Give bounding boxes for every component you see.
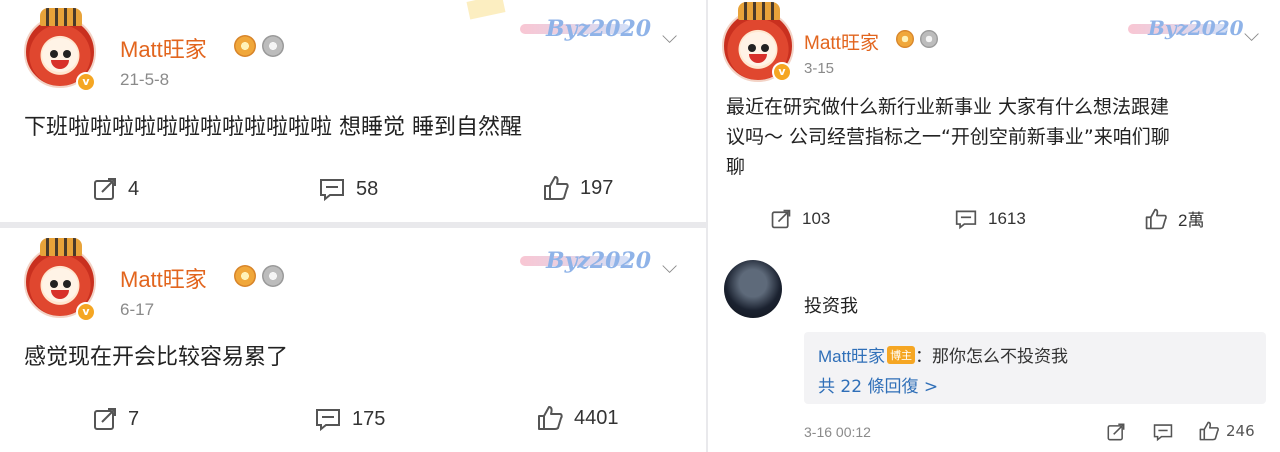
commenter-name[interactable]: 投资我: [804, 292, 858, 318]
avatar-eye: [63, 280, 71, 288]
repost-icon: [771, 209, 791, 229]
crown-decoration: [738, 2, 780, 20]
medal-icon: [262, 265, 284, 287]
author-name[interactable]: Matt旺家: [120, 32, 207, 64]
post-text: 感觉现在开会比较容易累了: [24, 345, 289, 370]
post-date: 3-15: [804, 60, 835, 77]
view-replies-link[interactable]: 共 22 條回復 >: [818, 372, 938, 397]
comment-count: 58: [356, 177, 379, 200]
reply-box: Matt旺家 博主 ：那你怎么不投资我 共 22 條回復 >: [804, 332, 1266, 404]
avatar-eye: [761, 44, 769, 52]
crown-decoration: [40, 8, 82, 26]
like-count: 2萬: [1178, 211, 1205, 230]
avatar-eye: [63, 50, 71, 58]
chevron-down-icon[interactable]: ⌵: [662, 24, 677, 48]
verified-badge-icon: v: [76, 302, 96, 322]
author-name[interactable]: Matt旺家: [120, 262, 207, 294]
author-tag-badge: 博主: [887, 346, 916, 364]
author-name[interactable]: Matt旺家: [804, 28, 879, 55]
like-button[interactable]: 197: [542, 174, 613, 202]
reply-author[interactable]: Matt旺家: [818, 347, 885, 366]
like-button[interactable]: 2萬: [1144, 206, 1204, 231]
comment-count: 175: [352, 407, 386, 430]
medal-icon: [262, 35, 284, 57]
repost-count: 103: [802, 209, 831, 228]
post-card-1: v Matt旺家 21-5-8 Byz2020 ⌵ 下班啦啦啦啦啦啦啦啦啦啦啦啦…: [0, 0, 706, 222]
stamp-badge: Byz2020: [1148, 16, 1244, 40]
avatar-mouth: [51, 60, 69, 69]
comment-button[interactable]: 1613: [954, 208, 1026, 230]
verified-badge-icon: v: [76, 72, 96, 92]
avatar-face: [42, 268, 78, 302]
comment-button[interactable]: 58: [318, 176, 378, 202]
verified-badge-icon: v: [772, 62, 792, 82]
avatar-mouth: [749, 54, 767, 63]
like-icon: [1145, 208, 1167, 229]
chevron-down-icon[interactable]: ⌵: [662, 254, 677, 278]
post-date: 21-5-8: [120, 70, 170, 89]
post-date: 6-17: [120, 300, 155, 319]
medal-icon: [234, 35, 256, 57]
like-button[interactable]: 4401: [536, 404, 619, 432]
sticker-decoration: [466, 0, 506, 20]
comment-like-count: 246: [1226, 422, 1255, 440]
like-icon: [538, 406, 563, 430]
comment-icon: [316, 409, 340, 432]
post-card-3: v Matt旺家 3-15 Byz2020 ⌵ 最近在研究做什么新行业新事业 大…: [708, 0, 1280, 452]
avatar-eye: [748, 44, 756, 52]
medal-icon: [234, 265, 256, 287]
repost-icon: [94, 178, 116, 200]
post-text-line: 议吗～ 公司经营指标之一“开创空前新事业”来咱们聊: [726, 126, 1170, 148]
post-text-line: 聊: [726, 156, 746, 178]
post-text: 下班啦啦啦啦啦啦啦啦啦啦啦啦 想睡觉 睡到自然醒: [24, 115, 522, 140]
repost-button[interactable]: 7: [92, 406, 139, 432]
comment-count: 1613: [988, 209, 1026, 228]
repost-icon: [94, 408, 116, 430]
comment-date: 3-16 00:12: [804, 424, 871, 440]
like-icon: [1199, 421, 1219, 441]
comment-icon: [320, 179, 344, 202]
avatar-face: [740, 32, 776, 66]
commenter-avatar[interactable]: [724, 260, 782, 318]
avatar-mouth: [51, 290, 69, 299]
avatar-eye: [50, 50, 58, 58]
avatar-eye: [50, 280, 58, 288]
like-count: 197: [580, 176, 614, 199]
post-card-2: v Matt旺家 6-17 Byz2020 ⌵ 感觉现在开会比较容易累了 7 1…: [0, 228, 706, 452]
comment-reply-button[interactable]: [1152, 422, 1174, 442]
stamp-badge: Byz2020: [546, 248, 652, 274]
repost-icon: [1107, 423, 1125, 441]
chevron-down-icon[interactable]: ⌵: [1244, 22, 1259, 46]
comment-icon: [955, 210, 977, 230]
post-text-line: 最近在研究做什么新行业新事业 大家有什么想法跟建: [726, 96, 1170, 118]
avatar-face: [42, 38, 78, 72]
crown-decoration: [40, 238, 82, 256]
reply-text: ：那你怎么不投资我: [915, 347, 1069, 367]
post-text: 最近在研究做什么新行业新事业 大家有什么想法跟建 议吗～ 公司经营指标之一“开创…: [726, 92, 1170, 182]
stamp-badge: Byz2020: [546, 16, 652, 42]
comment-like-button[interactable]: 246: [1198, 420, 1255, 442]
comment-icon: [1153, 424, 1173, 442]
like-icon: [544, 176, 569, 200]
comment-button[interactable]: 175: [314, 406, 385, 432]
repost-count: 7: [128, 407, 140, 430]
reply-line: Matt旺家 博主 ：那你怎么不投资我: [818, 342, 1068, 367]
medal-icon: [920, 30, 938, 48]
comment-repost-button[interactable]: [1106, 422, 1126, 442]
repost-button[interactable]: 4: [92, 176, 139, 202]
like-count: 4401: [574, 406, 619, 429]
repost-button[interactable]: 103: [770, 208, 830, 230]
repost-count: 4: [128, 177, 140, 200]
medal-icon: [896, 30, 914, 48]
